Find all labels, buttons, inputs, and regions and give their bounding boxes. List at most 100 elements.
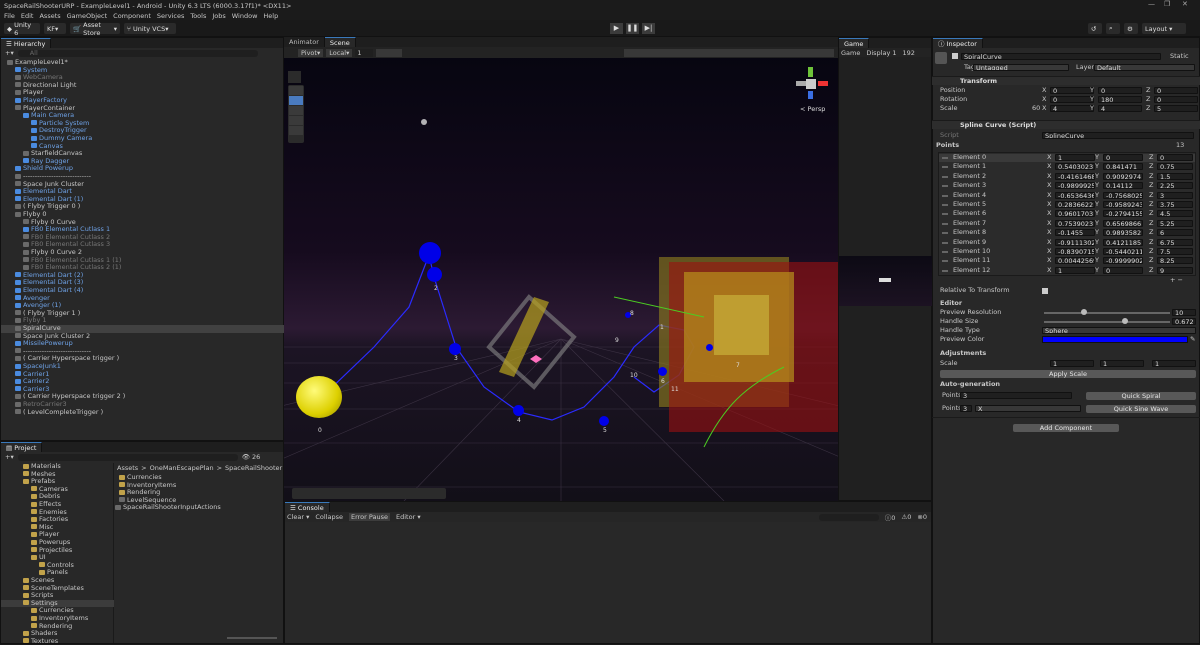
element-z-field[interactable]: 8.25 [1157,257,1193,265]
element-x-field[interactable]: 1 [1055,154,1095,161]
console-search-input[interactable] [818,513,879,521]
search-icon[interactable]: ⌕ [1106,23,1120,34]
history-icon[interactable]: ↺ [1088,23,1102,34]
add-icon[interactable]: +▾ [5,49,14,57]
transform-z-field[interactable]: 5 [1154,105,1198,112]
apply-scale-button[interactable]: Apply Scale [940,370,1196,378]
minimize-icon[interactable]: — [1148,0,1155,8]
element-z-field[interactable]: 6 [1157,229,1193,237]
element-x-field[interactable]: 0.9601703 [1055,210,1095,218]
active-checkbox[interactable] [952,53,958,59]
spline-handle[interactable] [706,344,713,351]
drag-handle-icon[interactable] [942,194,948,197]
scale-x-field[interactable]: 1 [1050,360,1094,367]
element-y-field[interactable]: 0.14112 [1103,182,1143,190]
element-y-field[interactable]: 0.9893582 [1103,229,1143,237]
drag-handle-icon[interactable] [942,175,948,178]
spline-handle[interactable] [427,267,442,282]
transform-y-field[interactable]: 4 [1098,105,1142,112]
element-y-field[interactable]: -0.2794155 [1103,210,1143,218]
element-x-field[interactable]: -0.1455 [1055,229,1095,237]
menu-jobs[interactable]: Jobs [212,12,225,20]
element-x-field[interactable]: -0.8390715 [1055,248,1095,255]
editor-dropdown[interactable]: Editor ▾ [396,513,421,521]
drag-handle-icon[interactable] [942,260,948,263]
breadcrumb-item[interactable]: OneManEscapePlan [150,464,214,472]
menu-edit[interactable]: Edit [21,12,34,20]
element-z-field[interactable]: 9 [1157,266,1193,274]
rotate-tool-icon[interactable] [289,106,303,115]
element-y-field[interactable]: -0.9589243 [1103,201,1143,208]
relative-checkbox[interactable] [1042,288,1048,294]
transform-y-field[interactable]: 0 [1098,87,1142,94]
preview-res-thumb[interactable] [1081,309,1087,315]
account-button[interactable]: KF ▾ [44,23,66,34]
object-name-field[interactable]: SpiralCurve [961,53,1161,60]
tree-folder[interactable]: Rendering [1,622,114,631]
pause-button[interactable]: ❚❚ [626,23,639,34]
transform-z-field[interactable]: 0 [1154,96,1198,103]
spline-curve-header[interactable]: Spline Curve (Script) [932,120,1200,129]
persp-label[interactable]: < Persp [800,105,825,113]
move-tool-icon[interactable] [289,96,303,105]
element-x-field[interactable]: 0.2836622 [1055,201,1095,208]
layout-dropdown[interactable]: Layout ▾ [1142,23,1186,34]
drag-handle-icon[interactable] [942,222,948,225]
scale-y-field[interactable]: 1 [1100,360,1144,367]
warning-count-button[interactable]: ⚠0 [901,513,911,521]
element-z-field[interactable]: 3 [1157,191,1193,199]
element-y-field[interactable]: 0 [1103,266,1143,274]
maximize-icon[interactable]: ❐ [1164,0,1170,8]
element-y-field[interactable]: 0.841471 [1103,163,1143,171]
hierarchy-item[interactable]: ( LevelCompleteTrigger ) [1,408,285,417]
handle-type-dropdown[interactable]: Sphere [1042,327,1196,334]
tree-folder[interactable]: SceneTemplates [1,584,114,593]
transform-header[interactable]: Transform [932,76,1200,85]
project-file[interactable]: SpaceRailShooterInputActions [115,503,221,511]
element-y-field[interactable]: 0.9092974 [1103,172,1143,180]
transform-y-field[interactable]: 180 [1098,96,1142,103]
drag-handle-icon[interactable] [942,166,948,169]
tag-dropdown[interactable]: Untagged [973,64,1069,71]
game-mode-dropdown[interactable]: Game [841,49,860,57]
unity-account-button[interactable]: ◆ Unity 6 [4,21,40,37]
hierarchy-search-input[interactable]: All [17,49,258,57]
quick-sine-button[interactable]: Quick Sine Wave [1086,405,1196,413]
element-x-field[interactable]: -0.9899925 [1055,182,1095,190]
close-icon[interactable]: ✕ [1182,0,1188,8]
tree-folder[interactable]: Panels [1,569,114,577]
spline-handle[interactable] [419,242,441,264]
element-x-field[interactable]: -0.9111302 [1055,238,1095,246]
static-toggle[interactable]: Static [1170,53,1189,60]
hierarchy-item[interactable]: Directional Light [1,81,285,90]
scale-link-badge[interactable]: 60 [1032,105,1040,112]
menu-gameobject[interactable]: GameObject [67,12,108,20]
resolution-dropdown[interactable]: 192 [903,49,915,57]
menu-component[interactable]: Component [113,12,151,20]
orientation-gizmo[interactable] [794,67,828,101]
spline-handle[interactable] [658,367,667,376]
element-z-field[interactable]: 5.25 [1157,219,1193,227]
element-y-field[interactable]: 0.6569866 [1103,219,1143,227]
drag-handle-icon[interactable] [942,269,948,272]
grid-snap-input[interactable]: 1 [355,48,374,57]
menu-help[interactable]: Help [263,12,278,20]
drag-handle-icon[interactable] [942,251,948,253]
element-x-field[interactable]: 0.004425698 [1055,257,1095,265]
game-view[interactable] [839,256,933,306]
snap-button[interactable] [376,48,403,57]
breadcrumb-item[interactable]: SpaceRailShooter [225,464,282,472]
breadcrumb-item[interactable]: Assets [117,464,138,472]
local-dropdown[interactable]: Local▾ [326,48,353,57]
pivot-dropdown[interactable]: Pivot▾ [298,48,324,57]
display-dropdown[interactable]: Display 1 [866,49,896,57]
points3-field[interactable]: 3 [960,405,972,412]
axis-dropdown[interactable]: X [975,405,1081,412]
clear-dropdown[interactable]: Clear ▾ [287,513,309,521]
menu-tools[interactable]: Tools [190,12,206,20]
drag-handle-icon[interactable] [942,185,948,188]
transform-x-field[interactable]: 0 [1050,87,1094,94]
drag-handle-icon[interactable] [942,157,948,159]
handle-size-field[interactable]: 0.672 [1172,318,1196,325]
scene-view-options[interactable] [624,48,834,57]
